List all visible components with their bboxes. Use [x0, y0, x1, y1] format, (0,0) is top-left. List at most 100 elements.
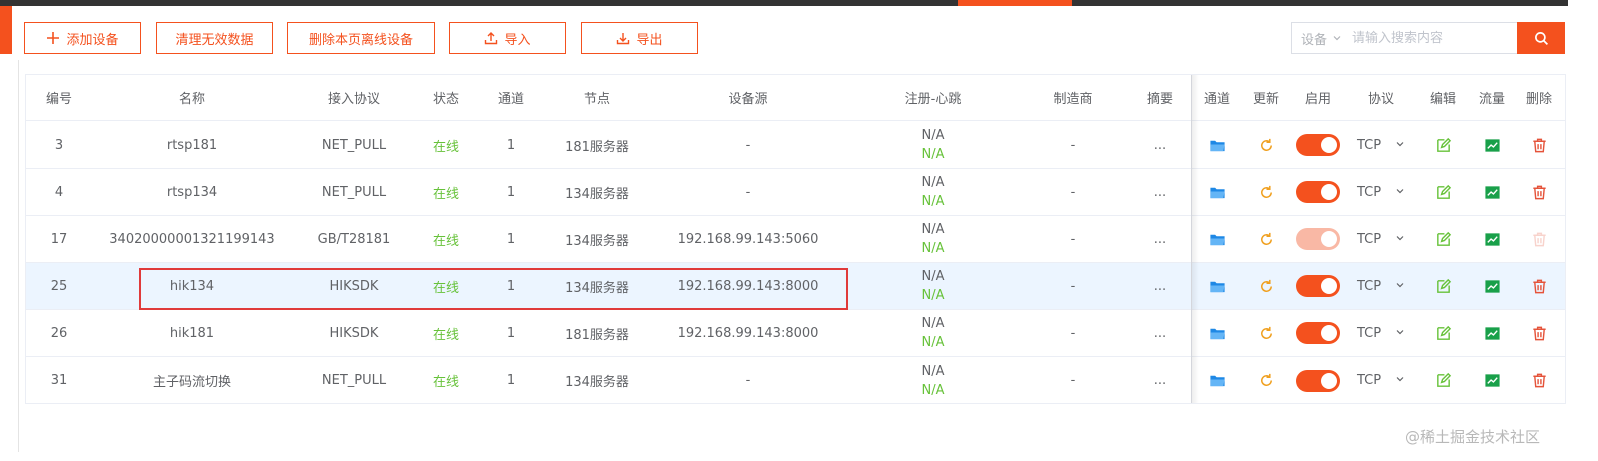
- delete-offline-devices-button[interactable]: 删除本页离线设备: [287, 22, 435, 54]
- clean-invalid-data-button[interactable]: 清理无效数据: [156, 22, 273, 54]
- delete-icon[interactable]: [1531, 372, 1548, 389]
- search-filter-select[interactable]: 设备: [1292, 29, 1352, 48]
- heartbeat-value: N/A: [921, 335, 945, 350]
- transport-value: TCP: [1356, 231, 1382, 247]
- delete-icon[interactable]: [1531, 137, 1548, 154]
- cell-status: 在线: [432, 280, 459, 296]
- cell-name: hik134: [169, 278, 215, 294]
- enable-toggle[interactable]: [1296, 134, 1340, 156]
- cell-name: hik181: [169, 325, 215, 341]
- delete-icon[interactable]: [1531, 325, 1548, 342]
- header-summary: 摘要: [1146, 92, 1173, 107]
- cell-summary[interactable]: ...: [1128, 122, 1192, 168]
- enable-toggle[interactable]: [1296, 228, 1340, 250]
- edit-icon[interactable]: [1435, 137, 1452, 154]
- transport-select[interactable]: TCP: [1357, 138, 1405, 153]
- delete-icon[interactable]: [1531, 184, 1548, 201]
- cell-register-heartbeat: N/A N/A: [848, 310, 1018, 356]
- chevron-down-icon: [1333, 36, 1341, 41]
- cell-source: -: [745, 137, 751, 153]
- header-status: 状态: [432, 92, 459, 107]
- cell-summary[interactable]: ...: [1128, 310, 1192, 356]
- header-edit: 编辑: [1429, 92, 1456, 107]
- sidebar-edge: [0, 6, 12, 54]
- transport-select[interactable]: TCP: [1357, 326, 1405, 341]
- device-table: 编号 名称 接入协议 状态 通道 节点 设备源 注册-心跳 制造商 摘要 通道 …: [25, 74, 1566, 404]
- edit-icon[interactable]: [1435, 325, 1452, 342]
- cell-node: 134服务器: [565, 375, 629, 390]
- cell-summary[interactable]: ...: [1128, 263, 1192, 309]
- cell-summary[interactable]: ...: [1128, 169, 1192, 215]
- traffic-chart-icon[interactable]: [1484, 372, 1501, 389]
- transport-value: TCP: [1356, 137, 1382, 153]
- transport-select[interactable]: TCP: [1357, 279, 1405, 294]
- cell-id: 25: [50, 278, 68, 294]
- search-input[interactable]: [1352, 23, 1512, 53]
- folder-icon[interactable]: [1209, 372, 1226, 389]
- table-row: 25 hik134 HIKSDK 在线 1 134服务器 192.168.99.143:80…: [26, 263, 1565, 310]
- header-channels: 通道: [497, 92, 524, 107]
- refresh-icon[interactable]: [1258, 278, 1275, 295]
- enable-toggle[interactable]: [1296, 369, 1340, 392]
- cell-status: 在线: [432, 327, 459, 343]
- transport-select[interactable]: TCP: [1357, 185, 1405, 200]
- register-value: N/A: [921, 222, 945, 237]
- delete-icon[interactable]: [1531, 278, 1548, 295]
- cell-summary[interactable]: ...: [1128, 216, 1192, 262]
- export-button[interactable]: 导出: [581, 22, 698, 54]
- folder-icon[interactable]: [1209, 137, 1226, 154]
- active-nav-indicator: [958, 0, 1072, 6]
- cell-status: 在线: [432, 233, 459, 249]
- cell-register-heartbeat: N/A N/A: [848, 216, 1018, 262]
- cell-id: 4: [54, 184, 64, 200]
- import-label: 导入: [504, 32, 531, 48]
- cell-register-heartbeat: N/A N/A: [848, 263, 1018, 309]
- edit-icon[interactable]: [1435, 231, 1452, 248]
- add-device-button[interactable]: 添加设备: [24, 22, 141, 54]
- traffic-chart-icon[interactable]: [1484, 137, 1501, 154]
- heartbeat-value: N/A: [921, 382, 945, 398]
- cell-source: 192.168.99.143:8000: [677, 278, 819, 294]
- transport-value: TCP: [1356, 184, 1382, 200]
- folder-icon[interactable]: [1209, 231, 1226, 248]
- enable-toggle[interactable]: [1296, 181, 1340, 203]
- refresh-icon[interactable]: [1258, 137, 1275, 154]
- table-row: 26 hik181 HIKSDK 在线 1 181服务器 192.168.99.143:80…: [26, 310, 1565, 357]
- cell-channels: 1: [506, 373, 516, 388]
- refresh-icon[interactable]: [1258, 184, 1275, 201]
- traffic-chart-icon[interactable]: [1484, 231, 1501, 248]
- edit-icon[interactable]: [1435, 184, 1452, 201]
- edit-icon[interactable]: [1435, 372, 1452, 389]
- folder-icon[interactable]: [1209, 278, 1226, 295]
- folder-icon[interactable]: [1209, 184, 1226, 201]
- enable-toggle[interactable]: [1296, 322, 1340, 344]
- cell-protocol: NET_PULL: [321, 184, 387, 200]
- refresh-icon[interactable]: [1258, 372, 1275, 389]
- enable-toggle[interactable]: [1296, 275, 1340, 297]
- cell-protocol: NET_PULL: [321, 137, 387, 153]
- cell-channels: 1: [506, 137, 516, 153]
- search-box: 设备: [1291, 22, 1517, 54]
- traffic-chart-icon[interactable]: [1484, 184, 1501, 201]
- refresh-icon[interactable]: [1258, 231, 1275, 248]
- transport-select[interactable]: TCP: [1357, 373, 1405, 388]
- refresh-icon[interactable]: [1258, 325, 1275, 342]
- transport-value: TCP: [1356, 373, 1382, 388]
- transport-value: TCP: [1356, 278, 1382, 294]
- traffic-chart-icon[interactable]: [1484, 325, 1501, 342]
- import-button[interactable]: 导入: [449, 22, 566, 54]
- search-filter-label: 设备: [1301, 32, 1328, 48]
- edit-icon[interactable]: [1435, 278, 1452, 295]
- folder-icon[interactable]: [1209, 325, 1226, 342]
- cell-summary[interactable]: ...: [1128, 357, 1192, 404]
- delete-icon: [1531, 231, 1548, 248]
- cell-id: 26: [50, 325, 68, 341]
- cell-channels: 1: [506, 325, 516, 341]
- table-row: 17 34020000001321199143 GB/T28181 在线 1 134服务器…: [26, 216, 1565, 263]
- transport-select[interactable]: TCP: [1357, 232, 1405, 247]
- header-register-heartbeat: 注册-心跳: [904, 92, 962, 107]
- cell-channels: 1: [506, 184, 516, 200]
- header-node: 节点: [583, 92, 610, 107]
- traffic-chart-icon[interactable]: [1484, 278, 1501, 295]
- search-button[interactable]: [1517, 22, 1565, 54]
